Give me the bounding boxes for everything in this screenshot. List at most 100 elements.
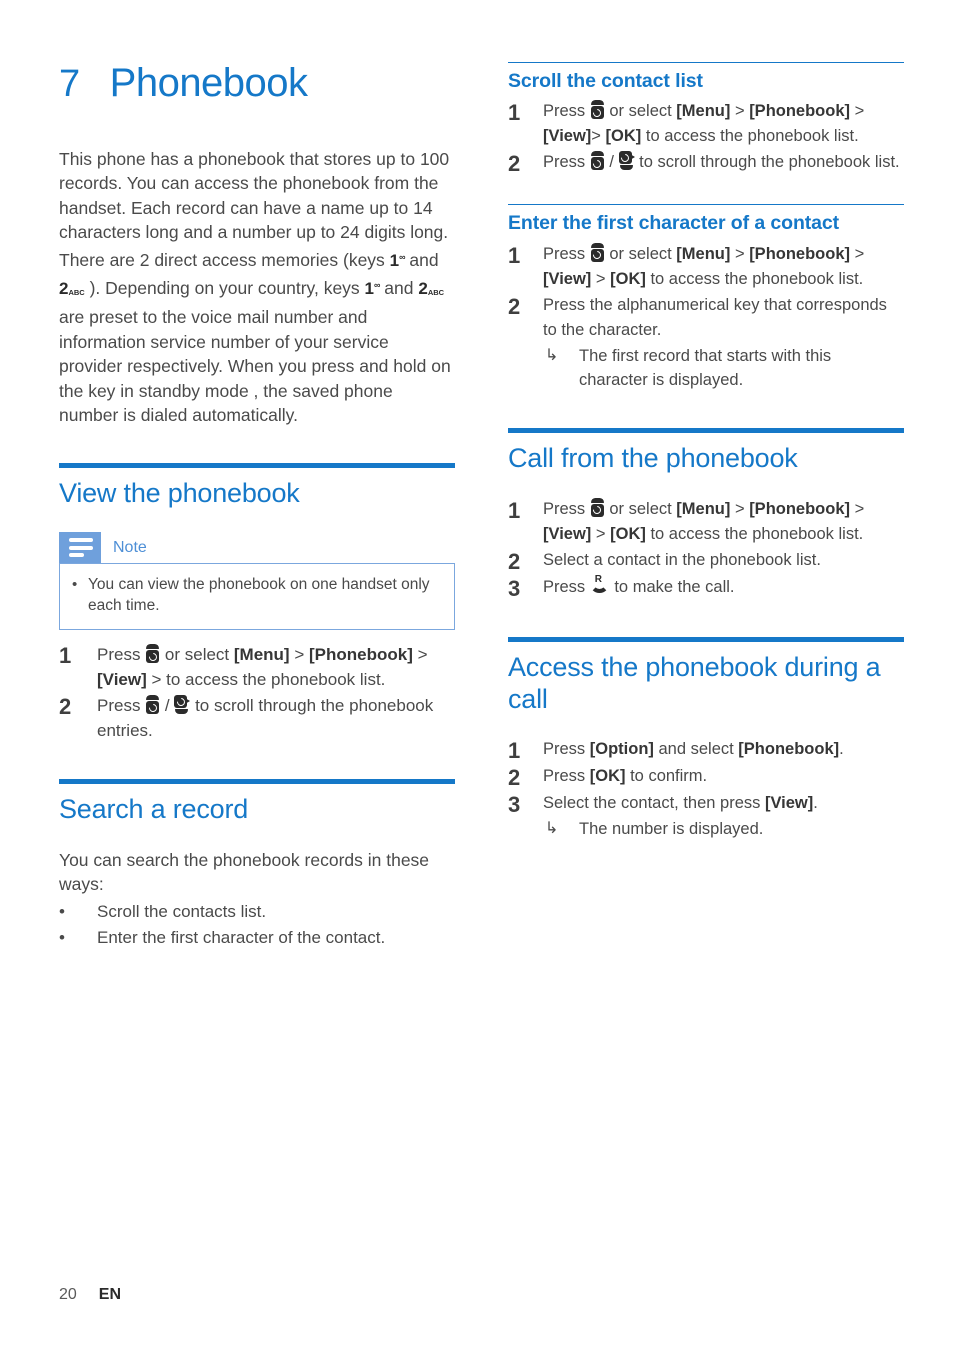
step-number: 2: [508, 548, 521, 574]
ui-label: [Menu]: [233, 645, 290, 665]
ui-label: [Menu]: [676, 102, 731, 121]
step-number: 2: [508, 293, 521, 319]
step-text: Press or select [Menu] > [Phonebook] > […: [543, 242, 865, 288]
ui-label: [OK]: [605, 127, 642, 146]
section-rule-access: [508, 636, 904, 642]
step-item: 1 Press or select [Menu] > [Phonebook] > …: [59, 642, 455, 692]
intro-p2-part-a: There are 2 direct access memories (keys: [59, 249, 390, 270]
step-number: 1: [508, 242, 521, 268]
note-lines-icon: [59, 532, 101, 564]
result-arrow-icon: ↳: [545, 346, 559, 364]
section-heading-view-the-phonebook: View the phonebook: [59, 478, 300, 509]
two-column-layout: 7 Phonebook This phone has a phonebook t…: [0, 0, 954, 1260]
step-number: 2: [59, 694, 72, 720]
ui-label: [View]: [543, 269, 592, 288]
step-number: 1: [508, 497, 521, 523]
bullet-glyph: •: [72, 576, 78, 594]
step-number: 3: [508, 575, 521, 601]
step-text: Press R to make the call.: [543, 573, 735, 596]
ui-label: [OK]: [610, 524, 646, 543]
scroll-up-phone-icon: [590, 100, 605, 120]
steps-enter-first-character: 1 Press or select [Menu] > [Phonebook] > …: [508, 242, 904, 392]
scroll-up-phone-icon: [590, 151, 605, 171]
step-item: 1 Press or select [Menu] > [Phonebook] > …: [508, 242, 904, 292]
step-text: Press / to scroll through the phonebook …: [543, 151, 900, 172]
subsection-heading-enter-first-character: Enter the first character of a contact: [508, 212, 840, 235]
ui-label: [View]: [764, 794, 814, 813]
scroll-up-phone-icon: [590, 242, 605, 262]
subsection-rule-scroll: [508, 62, 904, 63]
intro-p2-part-c: ). Depending on your country, keys: [84, 277, 365, 298]
step-number: 1: [508, 738, 521, 764]
intro-paragraph-2: There are 2 direct access memories (keys…: [59, 245, 455, 428]
chapter-title: 7 Phonebook: [59, 62, 455, 105]
step-text: Select a contact in the phonebook list.: [543, 550, 821, 569]
key-1-glyph: 1∞: [389, 250, 406, 270]
section-rule-view: [59, 463, 455, 469]
steps-access-phonebook-during-call: 1 Press [Option] and select [Phonebook]. 2…: [508, 737, 904, 841]
scroll-down-phone-icon: [618, 151, 635, 171]
ui-label: [Phonebook]: [749, 102, 851, 121]
ui-label: [View]: [543, 127, 592, 146]
search-intro-text: You can search the phonebook records in …: [59, 850, 430, 895]
note-body: • You can view the phonebook on one hand…: [59, 563, 455, 631]
step-number: 2: [508, 765, 521, 791]
intro-p2-part-b: and: [404, 249, 439, 270]
bullet-glyph: •: [59, 927, 65, 947]
result-text: The first record that starts with this c…: [579, 346, 832, 389]
list-item-text: Scroll the contacts list.: [97, 901, 267, 921]
subsection-rule-enter: [508, 204, 904, 206]
steps-scroll-the-contact-list: 1 Press or select [Menu] > [Phonebook] > …: [508, 99, 904, 176]
key-1-digit-2: 1: [364, 278, 375, 298]
ui-label: [OK]: [610, 269, 646, 288]
list-item: • Enter the first character of the contac…: [59, 925, 455, 951]
footer-page-number: 20: [59, 1286, 77, 1303]
step-item: 1 Press [Option] and select [Phonebook].: [508, 737, 904, 763]
key-2-digit-2: 2: [418, 278, 428, 298]
scroll-up-phone-icon: [145, 644, 160, 664]
result-text: The number is displayed.: [579, 820, 764, 839]
manual-page: 7 Phonebook This phone has a phonebook t…: [0, 0, 954, 1350]
key-2-sub: ABC: [68, 287, 85, 297]
ui-label: [Phonebook]: [749, 244, 851, 263]
step-text: Press / to scroll through the phonebook …: [97, 695, 434, 741]
key-2-glyph: 2ABC: [59, 279, 85, 298]
step-item: 2 Press / to scroll through the phonebook…: [508, 150, 904, 176]
step-result: ↳ The first record that starts with this …: [543, 344, 904, 392]
step-text: Press the alphanumerical key that corres…: [543, 293, 904, 392]
chapter-number: 7: [59, 63, 80, 105]
note-item-text: You can view the phonebook on one handse…: [88, 576, 430, 615]
steps-view-the-phonebook: 1 Press or select [Menu] > [Phonebook] > …: [59, 642, 455, 743]
step-item: 2 Select a contact in the phonebook list.: [508, 548, 904, 574]
ui-label: [Phonebook]: [749, 499, 851, 518]
left-column: 7 Phonebook This phone has a phonebook t…: [59, 0, 455, 1260]
step-number: 1: [508, 100, 521, 126]
scroll-up-phone-icon: [145, 695, 160, 715]
section-rule-call: [508, 427, 904, 433]
search-ways-list: • Scroll the contacts list. • Enter the fir…: [59, 899, 455, 951]
note-title: Note: [113, 538, 147, 556]
subsection-heading-scroll-the-contact-list: Scroll the contact list: [508, 70, 703, 92]
ui-label: [View]: [97, 670, 147, 690]
step-result: ↳ The number is displayed.: [543, 817, 904, 841]
ui-label: [View]: [543, 524, 592, 543]
ui-label: [OK]: [589, 767, 626, 786]
step-text: Press [Option] and select [Phonebook].: [543, 740, 844, 759]
scroll-down-phone-icon: [174, 695, 191, 715]
step-item: 2 Press / to scroll through the phonebook…: [59, 693, 455, 743]
intro-p2-part-e: are preset to the voice mail number and …: [59, 307, 451, 425]
section-heading-access-phonebook-during-call: Access the phonebook during a call: [508, 651, 881, 714]
note-box-view: Note • You can view the phonebook on one…: [59, 532, 455, 631]
chapter-name: Phonebook: [109, 61, 308, 105]
step-number: 3: [508, 792, 521, 818]
step-text: Press or select [Menu] > [Phonebook] > […: [543, 100, 865, 146]
step-item: 2 Press [OK] to confirm.: [508, 764, 904, 790]
step-number: 2: [508, 151, 521, 177]
key-1-digit: 1: [389, 250, 400, 270]
step-item: 1 Press or select [Menu] > [Phonebook] > …: [508, 99, 904, 149]
key-1-glyph-2: 1∞: [364, 278, 381, 298]
step-text: Press or select [Menu] > [Phonebook] > […: [97, 644, 428, 690]
step-item: 3 Press R to make the call.: [508, 573, 904, 601]
step-text: Press or select [Menu] > [Phonebook] > […: [543, 497, 865, 543]
bullet-glyph: •: [59, 901, 65, 921]
